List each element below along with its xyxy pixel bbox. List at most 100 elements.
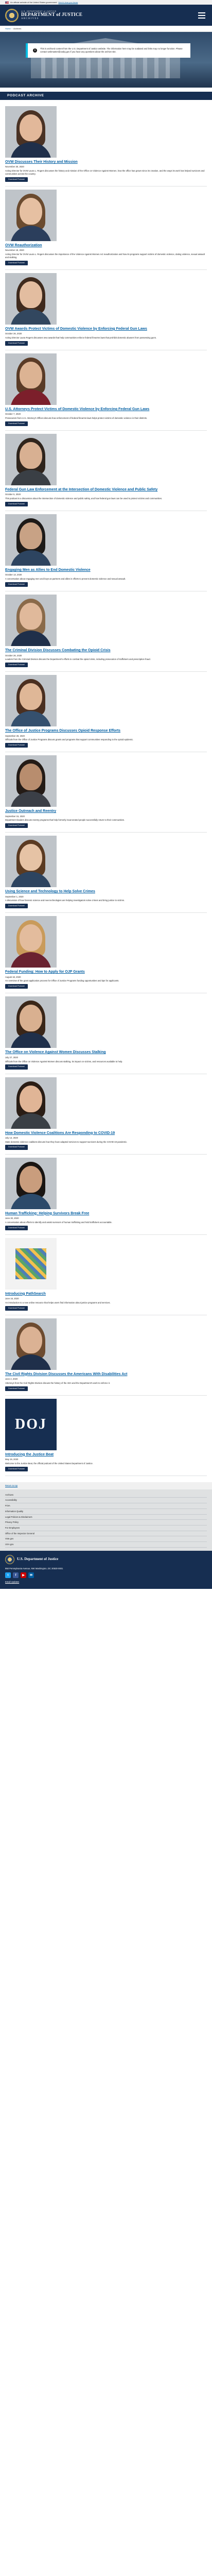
download-podcast-button[interactable]: Download Podcast <box>5 1306 28 1311</box>
hamburger-icon <box>198 12 205 13</box>
download-podcast-button[interactable]: Download Podcast <box>5 177 28 182</box>
podcast-summary: State domestic violence coalitions discu… <box>5 1140 128 1143</box>
podcast-title-link[interactable]: Federal Funding: How to Apply for OJP Gr… <box>5 970 207 974</box>
podcast-title-link[interactable]: U.S. Attorneys Protect Victims of Domest… <box>5 408 207 412</box>
download-podcast-button[interactable]: Download Podcast <box>5 984 28 989</box>
youtube-icon[interactable]: ▶ <box>21 1572 26 1579</box>
portrait-face <box>20 197 42 225</box>
archive-notice-text: This is archived content from the U.S. D… <box>40 47 183 53</box>
podcast-title-link[interactable]: The Civil Rights Division Discusses the … <box>5 1372 207 1377</box>
download-podcast-button[interactable]: Download Podcast <box>5 421 28 426</box>
podcast-title-link[interactable]: OVW Reauthorization <box>5 244 207 248</box>
breadcrumb-home[interactable]: Home <box>5 27 11 30</box>
footer-nav: Archives Accessibility FOIA Information Qua… <box>0 1489 212 1551</box>
portrait-face <box>20 522 42 550</box>
return-to-top-link[interactable]: Return to top <box>0 1482 212 1489</box>
podcast-thumbnail[interactable] <box>5 514 57 566</box>
podcast-thumbnail[interactable] <box>5 595 57 647</box>
podcast-thumbnail[interactable] <box>5 755 57 807</box>
portrait-face <box>20 844 42 871</box>
portrait-body <box>10 470 51 485</box>
download-podcast-button[interactable]: Download Podcast <box>5 1386 28 1391</box>
podcast-title-link[interactable]: OVW Awards Protect Victims of Domestic V… <box>5 327 207 331</box>
download-podcast-button[interactable]: Download Podcast <box>5 1064 28 1070</box>
podcast-thumbnail[interactable]: DOJ <box>5 1398 57 1450</box>
email-icon[interactable]: ✉ <box>28 1572 34 1579</box>
footer-nav-link[interactable]: Privacy Policy <box>5 1520 207 1526</box>
facebook-icon[interactable]: f <box>13 1572 19 1579</box>
download-podcast-button[interactable]: Download Podcast <box>5 582 28 587</box>
download-podcast-button[interactable]: Download Podcast <box>5 663 28 668</box>
download-podcast-button[interactable]: Download Podcast <box>5 904 28 909</box>
podcast-item: The Civil Rights Division Discusses the … <box>5 1315 207 1396</box>
footer-nav-link[interactable]: Vote.gov <box>5 1536 207 1542</box>
portrait-face <box>20 1085 42 1112</box>
podcast-summary: A conversation about engaging men and bo… <box>5 578 126 581</box>
podcast-title-link[interactable]: Engaging Men as Allies to End Domestic V… <box>5 568 207 572</box>
podcast-title-link[interactable]: Introducing PathSearch <box>5 1292 207 1296</box>
email-updates-link[interactable]: Email Updates <box>5 1581 207 1584</box>
podcast-thumbnail[interactable] <box>5 996 57 1048</box>
podcast-summary: Acting Director for OVW Laura L. Rogers … <box>5 170 205 175</box>
footer-nav-link[interactable]: Information Quality <box>5 1509 207 1515</box>
podcast-thumbnail[interactable] <box>5 434 57 485</box>
podcast-thumbnail[interactable] <box>5 273 57 325</box>
podcast-date: November 18, 2020 <box>5 249 24 252</box>
footer-nav-link[interactable]: For Employees <box>5 1526 207 1531</box>
podcast-thumbnail[interactable] <box>5 189 57 241</box>
footer-nav-link[interactable]: Archives <box>5 1493 207 1498</box>
twitter-icon[interactable]: t <box>5 1572 11 1579</box>
download-podcast-button[interactable]: Download Podcast <box>5 341 28 346</box>
podcast-thumbnail[interactable] <box>5 675 57 727</box>
podcast-summary: Acting Director Laura Rogers discusses n… <box>5 336 156 339</box>
podcast-item: DOJ Introducing the Justice Beat May 19, 2… <box>5 1396 207 1476</box>
portrait-face <box>20 114 42 141</box>
footer-nav-link[interactable]: USA.gov <box>5 1542 207 1548</box>
podcast-date: July 27, 2020 <box>5 1056 18 1059</box>
portrait-body <box>10 711 51 727</box>
podcast-title-link[interactable]: The Criminal Division Discusses Combatin… <box>5 649 207 653</box>
footer-nav-link[interactable]: FOIA <box>5 1503 207 1509</box>
podcast-date: October 26, 2020 <box>5 654 22 657</box>
podcast-title-link[interactable]: Justice Outreach and Reentry <box>5 809 207 814</box>
podcast-thumbnail[interactable] <box>5 106 57 158</box>
podcast-date: October 7, 2020 <box>5 413 21 416</box>
podcast-thumbnail[interactable] <box>5 353 57 405</box>
download-podcast-button[interactable]: Download Podcast <box>5 1145 28 1150</box>
podcast-title-link[interactable]: Federal Gun Law Enforcement at the Inter… <box>5 488 207 492</box>
podcast-thumbnail[interactable] <box>5 1238 57 1290</box>
download-podcast-button[interactable]: Download Podcast <box>5 823 28 828</box>
download-podcast-button[interactable]: Download Podcast <box>5 1225 28 1230</box>
footer-nav-link[interactable]: Legal Policies & Disclaimers <box>5 1515 207 1520</box>
podcast-title-link[interactable]: Human Trafficking: Helping Survivors Bre… <box>5 1212 207 1216</box>
podcast-thumbnail[interactable] <box>5 836 57 888</box>
podcast-title-link[interactable]: OVW Discusses Their History and Mission <box>5 160 207 164</box>
menu-button[interactable] <box>197 10 207 21</box>
heres-how-you-know-link[interactable]: Here's how you know <box>58 1 78 4</box>
podcast-thumbnail[interactable] <box>5 1157 57 1209</box>
brand-sub: ARCHIVES <box>21 17 39 20</box>
footer-nav-link[interactable]: Office of the Inspector General <box>5 1531 207 1537</box>
portrait-body <box>10 1354 51 1370</box>
podcast-thumbnail[interactable] <box>5 1318 57 1370</box>
download-podcast-button[interactable]: Download Podcast <box>5 260 28 265</box>
podcast-thumbnail[interactable] <box>5 1077 57 1129</box>
portrait-face <box>20 361 42 388</box>
download-podcast-button[interactable]: Download Podcast <box>5 501 28 507</box>
site-logo[interactable]: U.S. DEPARTMENT of JUSTICE DEPARTMENT of… <box>5 8 82 22</box>
footer-nav-link[interactable]: Accessibility <box>5 1498 207 1504</box>
podcast-title-link[interactable]: Introducing the Justice Beat <box>5 1453 207 1457</box>
podcast-item: OVW Discusses Their History and Mission N… <box>5 103 207 187</box>
podcast-summary: Acting Director for OVW Laura L. Rogers … <box>5 253 205 259</box>
footer-title: U.S. Department of Justice <box>17 1556 59 1561</box>
hero: i This is archived content from the U.S.… <box>0 32 212 88</box>
podcast-title-link[interactable]: The Office of Justice Programs Discusses… <box>5 729 207 733</box>
podcast-thumbnail[interactable] <box>5 916 57 968</box>
podcast-title-link[interactable]: How Domestic Violence Coalitions Are Res… <box>5 1131 207 1136</box>
podcast-summary: This podcast is a discussion about the i… <box>5 497 163 500</box>
podcast-title-link[interactable]: Using Science and Technology to Help Sol… <box>5 890 207 894</box>
download-podcast-button[interactable]: Download Podcast <box>5 1466 28 1471</box>
download-podcast-button[interactable]: Download Podcast <box>5 743 28 748</box>
podcast-title-link[interactable]: The Office on Violence Against Women Dis… <box>5 1050 207 1055</box>
podcast-summary: Officials from the Office on Violence Ag… <box>5 1060 123 1063</box>
